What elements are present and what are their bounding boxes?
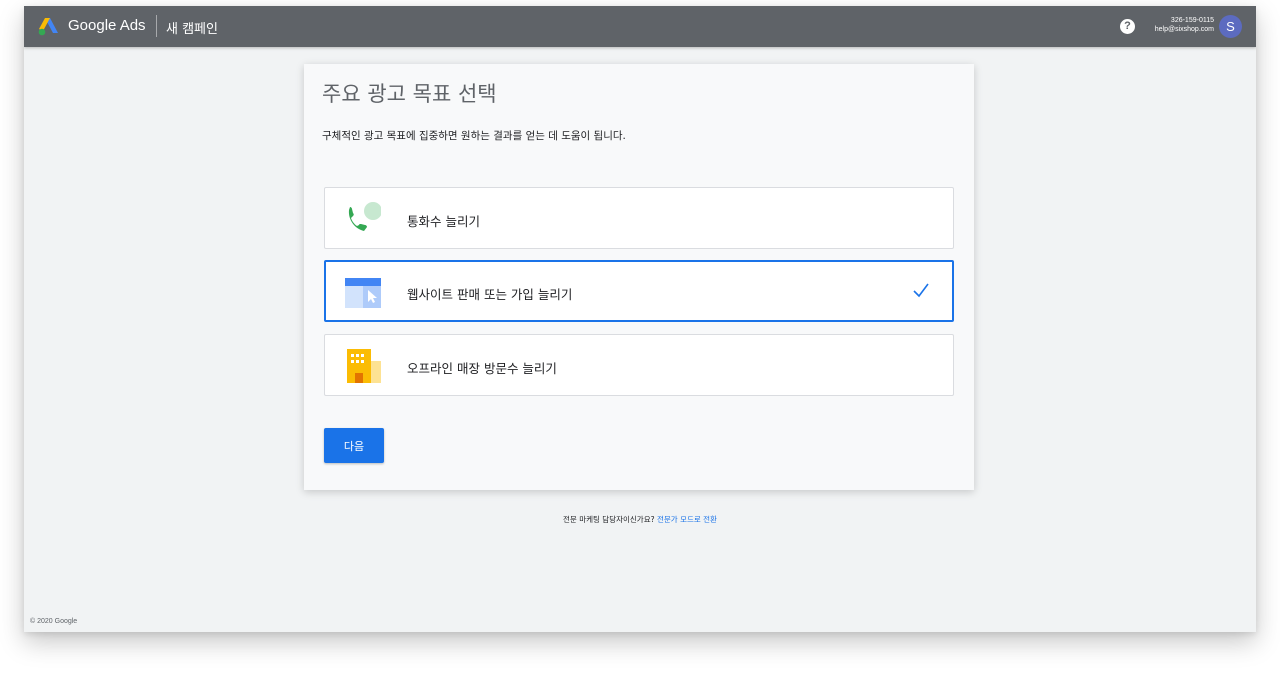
check-icon	[913, 283, 929, 298]
goal-option-store-visits[interactable]: 오프라인 매장 방문수 늘리기	[324, 334, 954, 396]
page-title: 주요 광고 목표 선택	[322, 82, 497, 106]
copyright: © 2020 Google	[30, 618, 78, 625]
google-ads-logo-icon[interactable]	[38, 17, 60, 36]
store-building-icon	[347, 349, 381, 383]
goal-option-website[interactable]: 웹사이트 판매 또는 가입 늘리기	[324, 260, 954, 322]
brand-name[interactable]: Google Ads	[68, 17, 146, 34]
account-id: 326-159-0115	[1170, 17, 1214, 24]
goal-option-calls[interactable]: 통화수 늘리기	[324, 187, 954, 249]
goal-option-label: 웹사이트 판매 또는 가입 늘리기	[407, 287, 573, 302]
expert-question: 전문 마케팅 담당자이신가요?	[563, 515, 655, 524]
phone-call-icon	[348, 202, 381, 231]
next-button[interactable]: 다음	[324, 428, 384, 463]
campaign-title: 새 캠페인	[166, 22, 218, 37]
top-bar: Google Ads 새 캠페인 ? 326-159-0115 help@six…	[24, 6, 1256, 47]
account-info[interactable]: 326-159-0115 help@sixshop.com	[1155, 16, 1214, 34]
help-icon[interactable]: ?	[1120, 19, 1135, 34]
header-divider	[156, 15, 157, 37]
account-email: help@sixshop.com	[1154, 26, 1214, 33]
goal-option-label: 통화수 늘리기	[407, 214, 480, 229]
app-window: Google Ads 새 캠페인 ? 326-159-0115 help@six…	[24, 6, 1256, 632]
avatar[interactable]: S	[1219, 15, 1242, 38]
switch-expert-mode-link[interactable]: 전문가 모드로 전환	[657, 515, 717, 524]
expert-mode-prompt: 전문 마케팅 담당자이신가요? 전문가 모드로 전환	[24, 514, 1256, 525]
website-cursor-icon	[345, 278, 381, 308]
goal-selection-card: 주요 광고 목표 선택 구체적인 광고 목표에 집중하면 원하는 결과를 얻는 …	[304, 64, 974, 490]
page-subtitle: 구체적인 광고 목표에 집중하면 원하는 결과를 얻는 데 도움이 됩니다.	[322, 130, 626, 142]
goal-option-label: 오프라인 매장 방문수 늘리기	[407, 361, 557, 376]
